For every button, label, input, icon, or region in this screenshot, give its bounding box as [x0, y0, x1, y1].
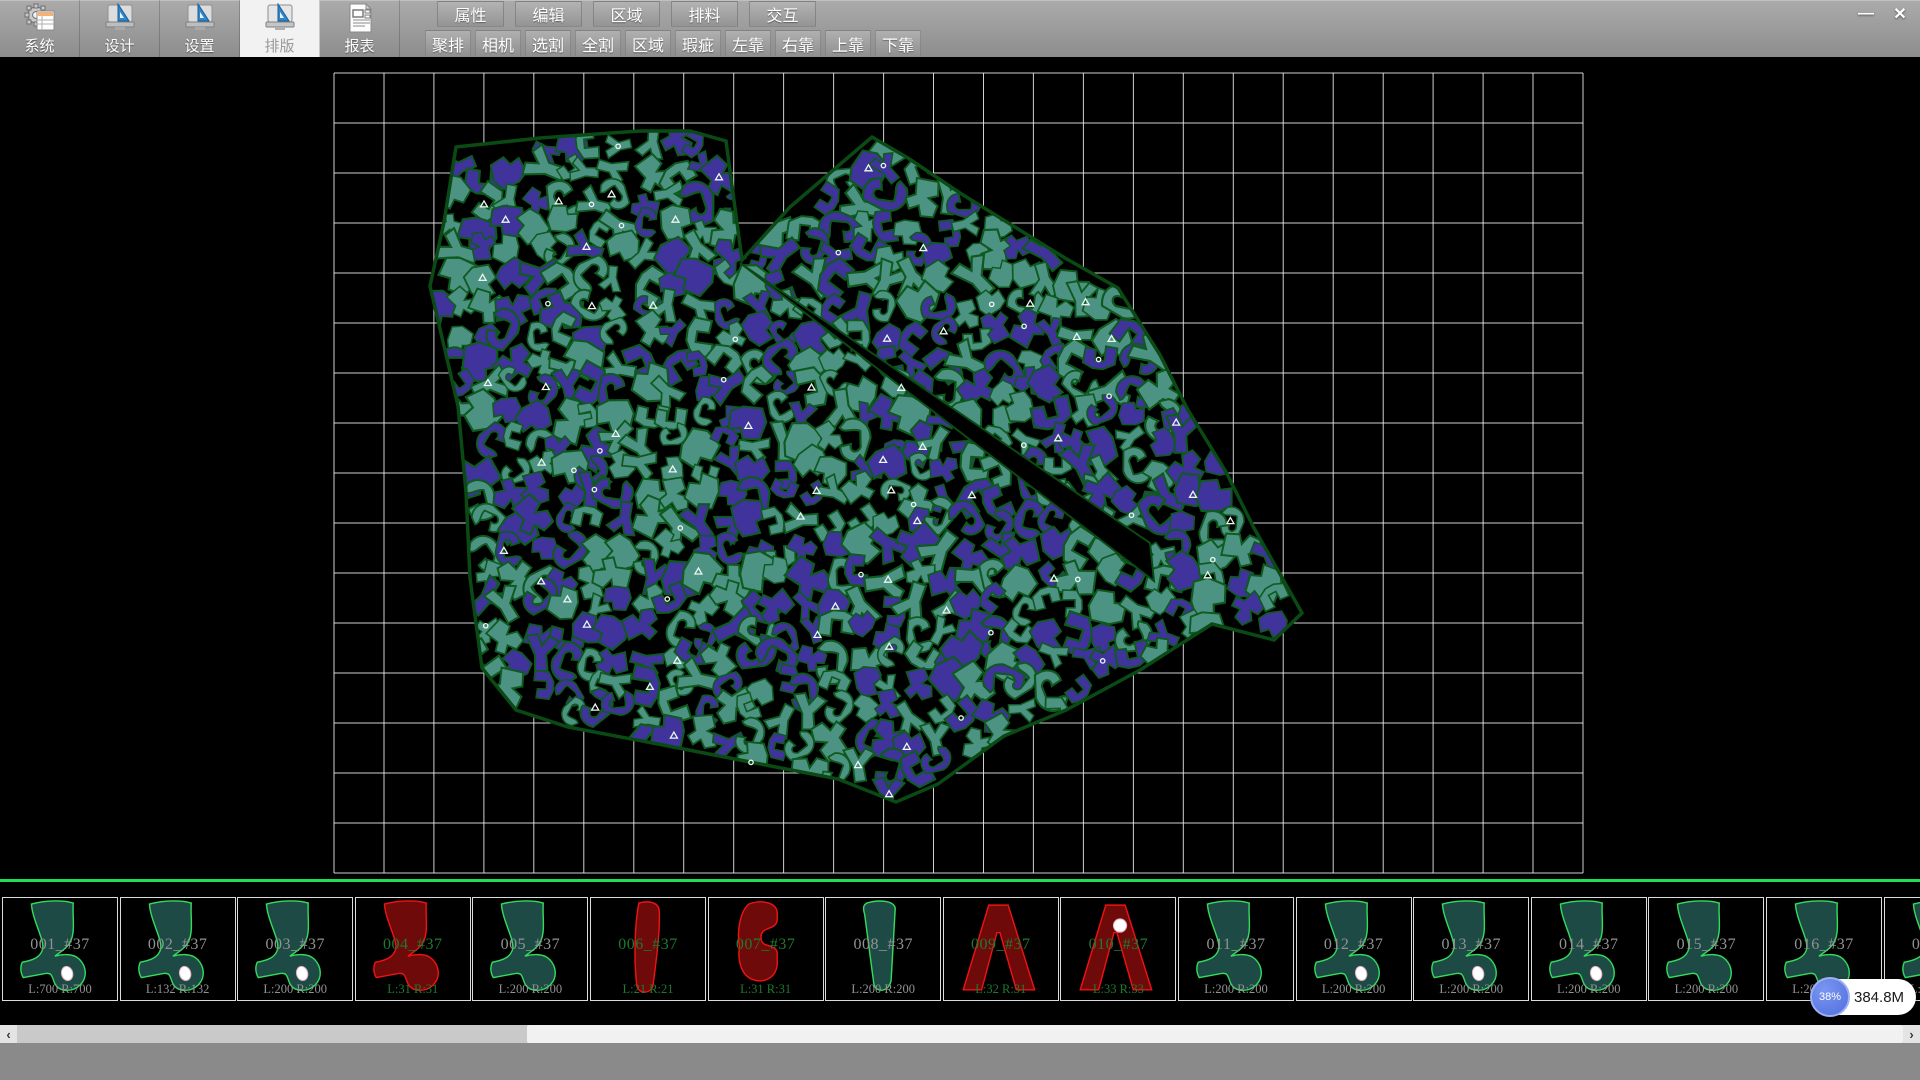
- thumbnail-004[interactable]: 004_#37 L:31 R:31: [355, 897, 471, 1001]
- part-id: 017_#37: [1885, 936, 1920, 954]
- part-id: 012_#37: [1297, 936, 1411, 954]
- tool-cluster-nest[interactable]: 聚排: [425, 30, 471, 57]
- close-button[interactable]: ✕: [1884, 2, 1916, 26]
- part-id: 003_#37: [238, 936, 352, 954]
- part-lr-count: L:200 R:200: [826, 982, 940, 997]
- memory-indicator: 38% 384.8M: [1812, 979, 1916, 1015]
- thumbnail-015[interactable]: 015_#37 L:200 R:200: [1648, 897, 1764, 1001]
- tab-report[interactable]: 报表: [320, 0, 400, 57]
- tool-camera[interactable]: 相机: [475, 30, 521, 57]
- thumbnail-008[interactable]: 008_#37 L:200 R:200: [825, 897, 941, 1001]
- thumbnail-010[interactable]: 010_#37 L:33 R:33: [1060, 897, 1176, 1001]
- tab-system[interactable]: 系统: [0, 0, 80, 57]
- application-window: 系统设计设置排版报表 属性编辑区域排料交互 聚排相机选割全割区域瑕疵左靠右靠上靠…: [0, 0, 1920, 1080]
- part-lr-count: L:200 R:200: [1297, 982, 1411, 997]
- thumbnail-007[interactable]: 007_#37 L:31 R:31: [708, 897, 824, 1001]
- part-lr-count: L:31 R:31: [356, 982, 470, 997]
- thumbnail-003[interactable]: 003_#37 L:200 R:200: [237, 897, 353, 1001]
- part-lr-count: L:200 R:200: [1414, 982, 1528, 997]
- tool-region[interactable]: 区域: [625, 30, 671, 57]
- part-id: 009_#37: [944, 936, 1058, 954]
- progress-badge: 38%: [1810, 977, 1850, 1017]
- part-id: 002_#37: [121, 936, 235, 954]
- part-id: 016_#37: [1767, 936, 1881, 954]
- thumbnail-005[interactable]: 005_#37 L:200 R:200: [472, 897, 588, 1001]
- part-id: 005_#37: [473, 936, 587, 954]
- memory-value: 384.8M: [1854, 989, 1904, 1006]
- ribbon: 系统设计设置排版报表 属性编辑区域排料交互 聚排相机选割全割区域瑕疵左靠右靠上靠…: [0, 0, 1920, 57]
- thumbnail-011[interactable]: 011_#37 L:200 R:200: [1178, 897, 1294, 1001]
- part-id: 004_#37: [356, 936, 470, 954]
- thumbnail-014[interactable]: 014_#37 L:200 R:200: [1531, 897, 1647, 1001]
- part-lr-count: L:21 R:21: [591, 982, 705, 997]
- menu-properties[interactable]: 属性: [437, 1, 504, 27]
- thumbnail-012[interactable]: 012_#37 L:200 R:200: [1296, 897, 1412, 1001]
- part-lr-count: L:33 R:33: [1061, 982, 1175, 997]
- thumbnail-strip: 001_#37L:700 R:700002_#37L:132 R:132003_…: [0, 882, 1920, 1025]
- part-id: 007_#37: [709, 936, 823, 954]
- layout-icon: [263, 3, 297, 33]
- scrollbar-track[interactable]: [17, 1025, 1903, 1043]
- ribbon-tabs: 系统 设计 设置 排版 报表: [0, 0, 400, 57]
- tool-defect[interactable]: 瑕疵: [675, 30, 721, 57]
- tab-label: 报表: [344, 35, 374, 56]
- tool-snap-left[interactable]: 左靠: [725, 30, 771, 57]
- tab-label: 设置: [184, 35, 214, 56]
- thumbnail-009[interactable]: 009_#37 L:32 R:31: [943, 897, 1059, 1001]
- status-bar: [0, 1043, 1920, 1080]
- tool-select-cut[interactable]: 选割: [525, 30, 571, 57]
- tab-label: 设计: [104, 35, 134, 56]
- part-lr-count: L:700 R:700: [3, 982, 117, 997]
- tab-label: 系统: [24, 35, 54, 56]
- nesting-canvas[interactable]: [0, 57, 1920, 879]
- part-id: 001_#37: [3, 936, 117, 954]
- tool-snap-right[interactable]: 右靠: [775, 30, 821, 57]
- window-controls: — ✕: [1850, 2, 1916, 26]
- part-id: 006_#37: [591, 936, 705, 954]
- tab-design[interactable]: 设计: [80, 0, 160, 57]
- scroll-right-arrow[interactable]: ›: [1903, 1025, 1920, 1043]
- minimize-button[interactable]: —: [1850, 2, 1882, 26]
- tool-bar: 聚排相机选割全割区域瑕疵左靠右靠上靠下靠: [425, 30, 925, 57]
- menu-edit[interactable]: 编辑: [515, 1, 582, 27]
- menu-region[interactable]: 区域: [593, 1, 660, 27]
- menu-interaction[interactable]: 交互: [749, 1, 816, 27]
- tab-settings[interactable]: 设置: [160, 0, 240, 57]
- thumbnail-006[interactable]: 006_#37 L:21 R:21: [590, 897, 706, 1001]
- horizontal-scrollbar[interactable]: ‹ ›: [0, 1025, 1920, 1043]
- settings-icon: [183, 3, 217, 33]
- part-id: 013_#37: [1414, 936, 1528, 954]
- part-lr-count: L:32 R:31: [944, 982, 1058, 997]
- report-icon: [343, 3, 377, 33]
- part-id: 015_#37: [1649, 936, 1763, 954]
- system-icon: [23, 3, 57, 33]
- part-id: 011_#37: [1179, 936, 1293, 954]
- part-id: 014_#37: [1532, 936, 1646, 954]
- tab-label: 排版: [264, 35, 294, 56]
- scrollbar-thumb[interactable]: [527, 1025, 1903, 1043]
- scroll-left-arrow[interactable]: ‹: [0, 1025, 17, 1043]
- part-lr-count: L:200 R:200: [1532, 982, 1646, 997]
- part-lr-count: L:200 R:200: [238, 982, 352, 997]
- tool-snap-top[interactable]: 上靠: [825, 30, 871, 57]
- thumbnail-001[interactable]: 001_#37 L:700 R:700: [2, 897, 118, 1001]
- tool-cut-all[interactable]: 全割: [575, 30, 621, 57]
- thumbnail-002[interactable]: 002_#37 L:132 R:132: [120, 897, 236, 1001]
- part-lr-count: L:200 R:200: [1179, 982, 1293, 997]
- part-id: 008_#37: [826, 936, 940, 954]
- tab-layout[interactable]: 排版: [240, 0, 320, 57]
- design-icon: [103, 3, 137, 33]
- part-lr-count: L:200 R:200: [473, 982, 587, 997]
- thumbnail-013[interactable]: 013_#37 L:200 R:200: [1413, 897, 1529, 1001]
- part-lr-count: L:31 R:31: [709, 982, 823, 997]
- menu-bar: 属性编辑区域排料交互: [437, 1, 827, 28]
- part-lr-count: L:132 R:132: [121, 982, 235, 997]
- part-lr-count: L:200 R:200: [1649, 982, 1763, 997]
- tool-snap-bottom[interactable]: 下靠: [875, 30, 921, 57]
- menu-nesting[interactable]: 排料: [671, 1, 738, 27]
- part-id: 010_#37: [1061, 936, 1175, 954]
